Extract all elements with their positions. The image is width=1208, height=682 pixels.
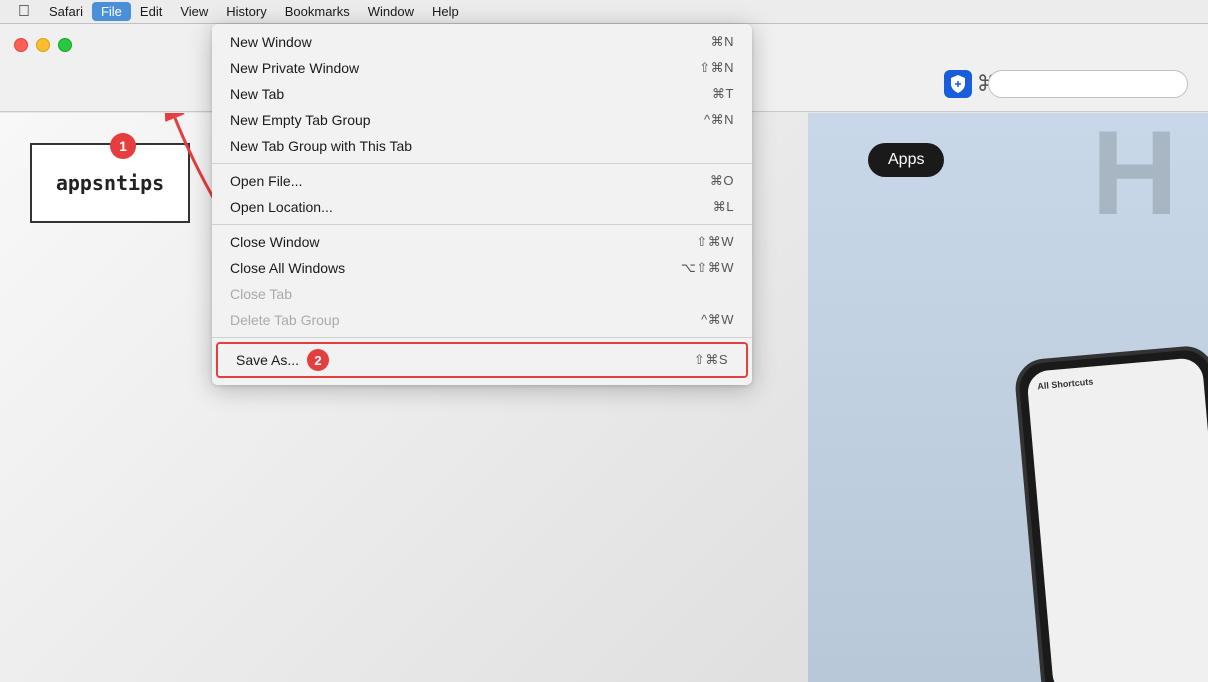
- window-menu-item[interactable]: Window: [359, 2, 423, 21]
- menu-item-new-private-window[interactable]: New Private Window ⇧⌘N: [212, 55, 752, 81]
- phone-mockup: All Shortcuts: [1013, 344, 1208, 682]
- annotation-badge-1: 1: [110, 133, 136, 159]
- website-logo: appsntips: [30, 143, 190, 223]
- annotation-badge-2: 2: [307, 349, 329, 371]
- separator-1: [212, 163, 752, 164]
- edit-menu-item[interactable]: Edit: [131, 2, 171, 21]
- menu-item-save-as[interactable]: Save As... 2 ⇧⌘S: [216, 342, 748, 378]
- history-menu-item[interactable]: History: [217, 2, 275, 21]
- apps-label: Apps: [868, 143, 944, 177]
- h-decoration: H: [1091, 113, 1178, 233]
- view-menu-item[interactable]: View: [171, 2, 217, 21]
- separator-2: [212, 224, 752, 225]
- menu-item-close-window[interactable]: Close Window ⇧⌘W: [212, 229, 752, 255]
- menu-item-delete-tab-group[interactable]: Delete Tab Group ^⌘W: [212, 307, 752, 333]
- menu-bar:  Safari File Edit View History Bookmark…: [0, 0, 1208, 24]
- menu-item-new-tab-group-with-this-tab[interactable]: New Tab Group with This Tab: [212, 133, 752, 159]
- file-dropdown-menu: New Window ⌘N New Private Window ⇧⌘N New…: [212, 24, 752, 385]
- separator-3: [212, 337, 752, 338]
- help-menu-item[interactable]: Help: [423, 2, 468, 21]
- menu-item-new-window[interactable]: New Window ⌘N: [212, 29, 752, 55]
- website-right-decoration: Apps H All Shortcuts: [808, 113, 1208, 682]
- menu-item-open-file[interactable]: Open File... ⌘O: [212, 168, 752, 194]
- minimize-button[interactable]: [36, 38, 50, 52]
- bookmarks-menu-item[interactable]: Bookmarks: [276, 2, 359, 21]
- file-menu-item[interactable]: File: [92, 2, 131, 21]
- safari-menu-item[interactable]: Safari: [40, 2, 92, 21]
- maximize-button[interactable]: [58, 38, 72, 52]
- save-as-left: Save As... 2: [236, 349, 329, 371]
- traffic-lights: [14, 38, 72, 52]
- apple-menu-item[interactable]: : [8, 3, 40, 21]
- menu-item-close-tab[interactable]: Close Tab: [212, 281, 752, 307]
- menu-item-close-all-windows[interactable]: Close All Windows ⌥⇧⌘W: [212, 255, 752, 281]
- menu-item-open-location[interactable]: Open Location... ⌘L: [212, 194, 752, 220]
- search-box[interactable]: [988, 70, 1188, 98]
- menu-item-new-tab[interactable]: New Tab ⌘T: [212, 81, 752, 107]
- bitwarden-icon[interactable]: [944, 70, 972, 98]
- phone-screen: All Shortcuts: [1026, 357, 1208, 682]
- close-button[interactable]: [14, 38, 28, 52]
- menu-item-new-empty-tab-group[interactable]: New Empty Tab Group ^⌘N: [212, 107, 752, 133]
